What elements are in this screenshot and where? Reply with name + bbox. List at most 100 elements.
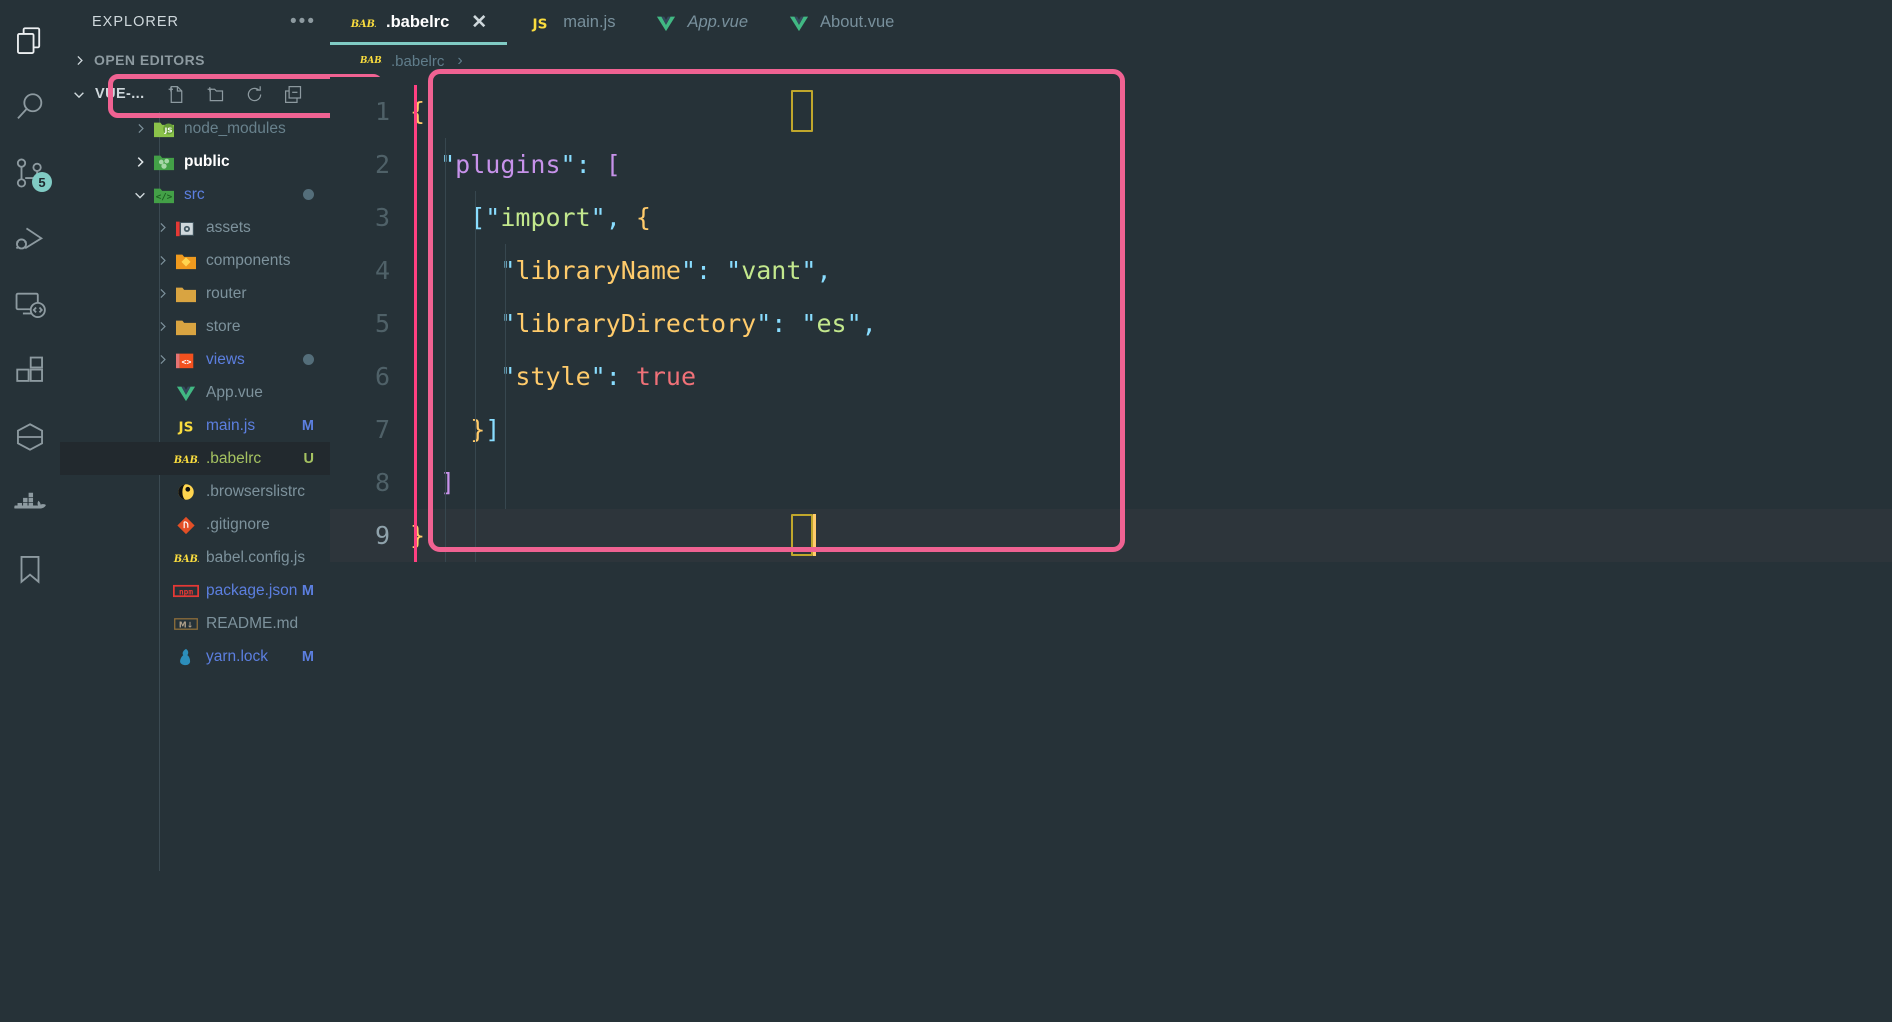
svg-text:JS: JS: [164, 125, 173, 134]
markdown-icon: M↓: [173, 615, 199, 633]
indent-guide: [505, 244, 506, 509]
line-number: 1: [374, 97, 390, 126]
svg-text:JS: JS: [532, 16, 548, 32]
activity-item-run-and-debug[interactable]: [0, 206, 60, 272]
git-status-badge: M: [301, 582, 314, 599]
tree-item-label: store: [206, 317, 241, 335]
tree-item-babelconfigjs[interactable]: BABEL babel.config.js: [60, 541, 330, 574]
activity-item-vetur[interactable]: [0, 404, 60, 470]
file-type-icon: JS: [150, 119, 178, 139]
code-line: 1{: [330, 85, 1892, 138]
tree-item-assets[interactable]: assets: [60, 211, 330, 244]
file-type-icon: [150, 152, 178, 172]
file-type-icon: [172, 317, 200, 337]
activity-item-extensions[interactable]: [0, 338, 60, 404]
breadcrumb-file[interactable]: .babelrc: [391, 53, 444, 70]
npm-icon: npm: [173, 582, 199, 600]
svg-text:<>: <>: [182, 356, 192, 366]
tab-label: App.vue: [687, 13, 749, 31]
tree-item-components[interactable]: components: [60, 244, 330, 277]
tree-item-label: src: [184, 185, 205, 203]
code-line: 6 "style": true: [330, 350, 1892, 403]
activity-item-search[interactable]: [0, 74, 60, 140]
close-icon[interactable]: ✕: [471, 13, 487, 32]
file-type-icon: JS: [172, 416, 200, 436]
folder-assets: [175, 218, 197, 238]
tree-item-packagejson[interactable]: npm package.json M: [60, 574, 330, 607]
code-line-text: ["import", {: [470, 203, 651, 232]
babel-icon: BABEL: [173, 549, 199, 567]
tree-item-label: yarn.lock: [206, 647, 269, 665]
indent-guide: [445, 138, 446, 562]
editor-tab-babelrc[interactable]: BABEL .babelrc ✕: [330, 0, 508, 45]
tree-item-label: views: [206, 350, 245, 368]
file-type-icon: [172, 515, 200, 535]
activity-item-docker[interactable]: [0, 470, 60, 536]
activity-item-explorer[interactable]: [0, 8, 60, 74]
explorer-more-actions[interactable]: •••: [290, 12, 316, 31]
js-icon: JS: [173, 416, 199, 436]
editor-area: BABEL.babelrc✕JSmain.jsApp.vueAbout.vue …: [330, 0, 1892, 1022]
file-type-icon: [172, 218, 200, 238]
editor-tab-appvue[interactable]: App.vue: [635, 0, 768, 45]
refresh-icon[interactable]: [244, 84, 265, 105]
explorer-sidebar: EXPLORER ••• OPEN EDITORS VUE-... JS nod…: [60, 0, 383, 1022]
files-icon: [13, 24, 47, 58]
editor-tab-aboutvue[interactable]: About.vue: [768, 0, 914, 45]
tree-item-appvue[interactable]: App.vue: [60, 376, 330, 409]
chevron-down-icon: [130, 188, 150, 202]
code-editor[interactable]: 1{2 "plugins": [3 ["import", {4 "library…: [330, 77, 1892, 1022]
new-file-icon[interactable]: [166, 84, 187, 105]
tree-item-views[interactable]: <> views: [60, 343, 330, 376]
tree-item-label: .babelrc: [206, 449, 262, 467]
line-number: 5: [374, 309, 390, 338]
tree-item-gitignore[interactable]: .gitignore: [60, 508, 330, 541]
babel-icon: BABEL: [173, 450, 199, 468]
collapse-all-icon[interactable]: [283, 84, 304, 105]
tree-item-label: node_modules: [184, 119, 286, 137]
editor-tab-mainjs[interactable]: JS main.js: [507, 0, 635, 45]
tree-item-router[interactable]: router: [60, 277, 330, 310]
tree-item-browserslistrc[interactable]: .browserslistrc: [60, 475, 330, 508]
tree-item-public[interactable]: public: [60, 145, 330, 178]
chevron-down-icon: [72, 87, 86, 102]
code-line-text: }: [410, 521, 426, 550]
chevron-right-icon: [152, 353, 172, 366]
tree-item-src[interactable]: </> src: [60, 178, 330, 211]
tree-item-node_modules[interactable]: JS node_modules: [60, 112, 330, 145]
tab-label: main.js: [563, 13, 616, 31]
file-type-icon: [172, 383, 200, 403]
code-line: 5 "libraryDirectory": "es",: [330, 297, 1892, 350]
file-tree: JS node_modulespublic </> src assets componen…: [60, 112, 330, 871]
file-type-icon: BABEL: [172, 450, 200, 468]
new-folder-icon[interactable]: [205, 84, 226, 105]
remote-explorer-icon: [13, 288, 47, 322]
project-root-row[interactable]: VUE-...: [60, 76, 330, 112]
indent-guide: [475, 191, 476, 562]
hexagon-icon: [13, 420, 47, 454]
tree-item-label: router: [206, 284, 247, 302]
tree-item-store[interactable]: store: [60, 310, 330, 343]
tree-item-mainjs[interactable]: JS main.js M: [60, 409, 330, 442]
chevron-right-icon: [72, 54, 86, 67]
tree-item-yarnlock[interactable]: yarn.lock M: [60, 640, 330, 673]
activity-item-bookmarks[interactable]: [0, 536, 60, 602]
chevron-right-icon: [152, 287, 172, 300]
line-number: 4: [374, 256, 390, 285]
open-editors-label: OPEN EDITORS: [94, 52, 205, 68]
chevron-right-icon: [152, 221, 172, 234]
extensions-icon: [13, 354, 47, 388]
code-line-text: "libraryName": "vant",: [500, 256, 832, 285]
tree-item-readmemd[interactable]: M↓ README.md: [60, 607, 330, 640]
file-type-icon: [172, 284, 200, 304]
docker-icon: [12, 486, 48, 520]
line-number: 8: [374, 468, 390, 497]
search-icon: [13, 90, 47, 124]
code-content[interactable]: 1{2 "plugins": [3 ["import", {4 "library…: [330, 77, 1892, 562]
line-number: 7: [374, 415, 390, 444]
activity-item-remote-explorer[interactable]: [0, 272, 60, 338]
tree-item-label: App.vue: [206, 383, 263, 401]
tree-item-babelrc[interactable]: BABEL .babelrc U: [60, 442, 330, 475]
open-editors-section[interactable]: OPEN EDITORS: [60, 44, 330, 76]
activity-item-source-control[interactable]: 5: [0, 140, 60, 206]
